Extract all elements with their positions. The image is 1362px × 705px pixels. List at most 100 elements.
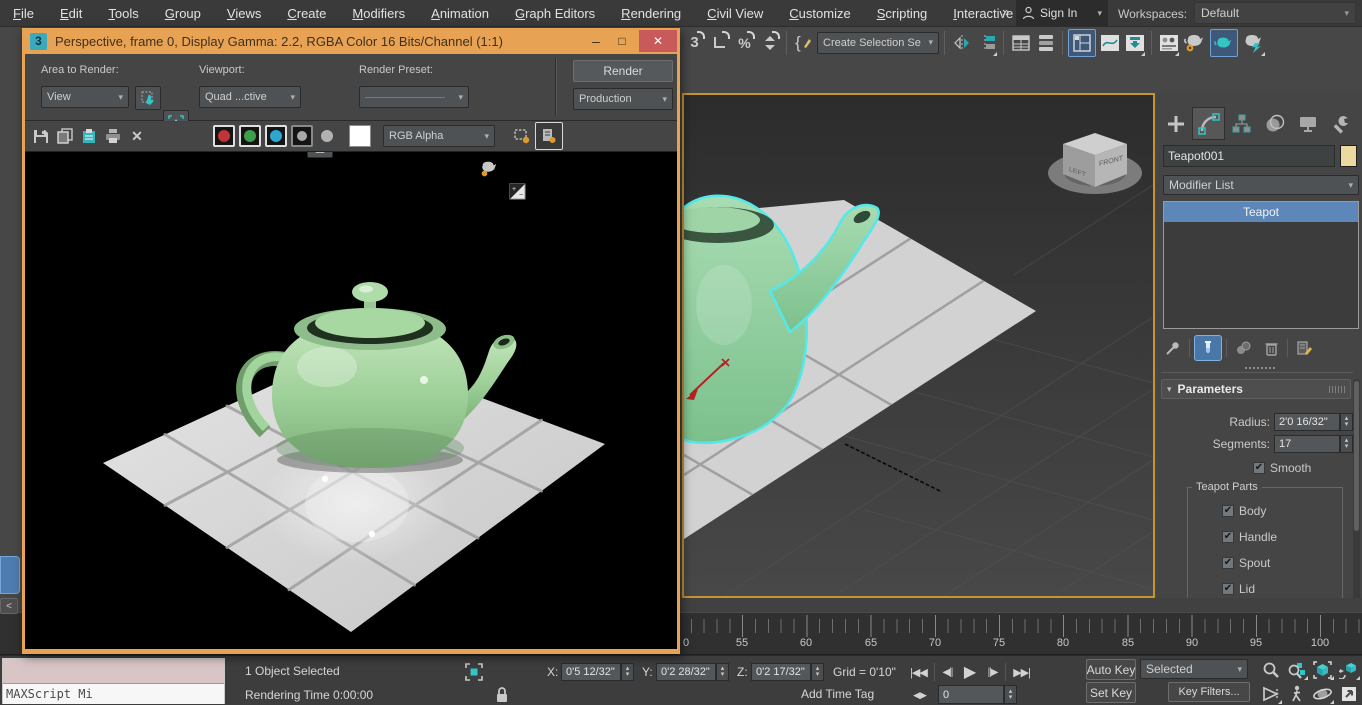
maxscript-pink-row[interactable] — [3, 659, 224, 684]
align-icon[interactable] — [975, 29, 998, 57]
menu-edit[interactable]: Edit — [47, 1, 95, 26]
rfw-close-button[interactable]: ✕ — [639, 30, 677, 52]
percent-snap-icon[interactable]: % — [733, 29, 756, 57]
key-mode-toggle[interactable]: ◀▶ — [908, 686, 932, 704]
tab-create[interactable] — [1159, 107, 1192, 140]
zoom-icon[interactable] — [1258, 658, 1283, 681]
channel-display-dropdown[interactable]: RGB Alpha ▾ — [383, 125, 495, 147]
menu-tools[interactable]: Tools — [95, 1, 151, 26]
monochrome-button[interactable] — [291, 125, 313, 147]
previous-frame-button[interactable]: ◀|| — [937, 667, 958, 678]
clone-image-icon[interactable] — [53, 123, 77, 149]
set-key-button[interactable]: Set Key — [1086, 682, 1136, 703]
spout-checkbox[interactable]: ✔ — [1222, 557, 1234, 569]
object-color-swatch[interactable] — [1340, 145, 1357, 167]
zoom-extents-all-icon[interactable] — [1336, 658, 1361, 681]
render-preset-dropdown[interactable]: ▾ — [359, 86, 469, 108]
rendered-image[interactable] — [25, 152, 677, 649]
lid-checkbox[interactable]: ✔ — [1222, 583, 1234, 595]
zoom-all-icon[interactable] — [1284, 658, 1309, 681]
angle-snap-icon[interactable] — [708, 29, 731, 57]
menu-views[interactable]: Views — [214, 1, 274, 26]
layer-manager-icon[interactable] — [1009, 29, 1032, 57]
render-setup-small-icon[interactable] — [477, 158, 501, 180]
auto-key-button[interactable]: Auto Key — [1086, 659, 1136, 680]
render-mode-dropdown[interactable]: Production ▾ — [573, 88, 673, 110]
render-setup-icon[interactable] — [1182, 29, 1208, 57]
tab-utilities[interactable] — [1324, 107, 1357, 140]
workspaces-dropdown[interactable]: Default ▾ — [1194, 2, 1356, 24]
menu-group[interactable]: Group — [152, 1, 214, 26]
x-spinner[interactable]: ▴ ▾ — [621, 663, 634, 681]
smooth-checkbox[interactable]: ✔ — [1253, 462, 1265, 474]
play-button[interactable]: ▶ — [960, 662, 980, 682]
environment-exposure-icon[interactable]: + − — [505, 180, 529, 202]
tab-hierarchy[interactable] — [1225, 107, 1258, 140]
add-time-tag-label[interactable]: Add Time Tag — [801, 687, 874, 701]
render-production-icon[interactable] — [1240, 29, 1266, 57]
configure-modifier-sets-icon[interactable] — [1292, 336, 1316, 360]
rfw-title-bar[interactable]: 3 Perspective, frame 0, Display Gamma: 2… — [25, 28, 677, 54]
modifier-stack[interactable]: Teapot — [1163, 201, 1359, 329]
schematic-view-icon[interactable] — [1123, 29, 1146, 57]
field-of-view-icon[interactable] — [1258, 682, 1283, 705]
menu-file[interactable]: File — [0, 1, 47, 26]
z-coordinate-field[interactable]: 0'2 17/32" — [751, 663, 811, 681]
segments-field[interactable]: 17 — [1274, 435, 1340, 453]
perspective-viewport[interactable]: LEFT FRONT — [682, 93, 1155, 598]
radius-field[interactable]: 2'0 16/32" — [1274, 413, 1340, 431]
z-spinner[interactable]: ▴ ▾ — [811, 663, 824, 681]
menu-civil-view[interactable]: Civil View — [694, 1, 776, 26]
modifier-list-dropdown[interactable]: Modifier List ▾ — [1163, 175, 1359, 195]
current-frame-field[interactable]: 0 — [938, 685, 1004, 704]
zoom-extents-selected-icon[interactable] — [1310, 658, 1335, 681]
clear-image-icon[interactable]: ✕ — [125, 123, 149, 149]
blue-channel-button[interactable] — [265, 125, 287, 147]
segments-spinner[interactable]: ▴ ▾ — [1340, 435, 1353, 453]
snap-toggle-3d-icon[interactable]: 3 — [683, 29, 706, 57]
frame-spinner[interactable]: ▴ ▾ — [1004, 685, 1017, 704]
menu-create[interactable]: Create — [274, 1, 339, 26]
walk-through-icon[interactable] — [1284, 682, 1309, 705]
scene-explorer-icon[interactable] — [1034, 29, 1057, 57]
tab-motion[interactable] — [1258, 107, 1291, 140]
named-selection-sets-icon[interactable]: { — [792, 29, 815, 57]
selection-set-dropdown[interactable]: Create Selection Se ▾ — [817, 31, 939, 54]
rendered-frame-window-icon[interactable] — [1210, 28, 1238, 57]
modifier-stack-item-teapot[interactable]: Teapot — [1164, 202, 1358, 222]
tab-modify[interactable] — [1192, 107, 1225, 140]
save-image-icon[interactable] — [29, 123, 53, 149]
alpha-channel-button[interactable] — [317, 125, 337, 147]
selection-lock-icon[interactable] — [491, 683, 513, 705]
maximize-viewport-toggle-icon[interactable] — [1336, 682, 1361, 705]
panel-splitter[interactable] — [1157, 365, 1362, 371]
color-correction-icon[interactable] — [509, 123, 535, 149]
menu-animation[interactable]: Animation — [418, 1, 502, 26]
left-dock-highlight-button[interactable] — [0, 556, 20, 594]
rendered-frame-window[interactable]: 3 Perspective, frame 0, Display Gamma: 2… — [22, 28, 680, 654]
next-frame-button[interactable]: ||▶ — [982, 667, 1003, 678]
background-color-swatch[interactable] — [349, 125, 371, 147]
menu-graph-editors[interactable]: Graph Editors — [502, 1, 608, 26]
left-dock-collapse-button[interactable]: < — [0, 598, 18, 614]
print-image-icon[interactable] — [101, 123, 125, 149]
tab-display[interactable] — [1291, 107, 1324, 140]
y-coordinate-field[interactable]: 0'2 28/32" — [656, 663, 716, 681]
copy-to-clipboard-icon[interactable] — [77, 123, 101, 149]
edit-region-icon[interactable] — [135, 86, 161, 110]
parameters-rollout-header[interactable]: ▾ Parameters — [1161, 379, 1351, 399]
menu-customize[interactable]: Customize — [776, 1, 863, 26]
goto-start-button[interactable]: |◀◀ — [905, 666, 932, 679]
object-name-field[interactable]: Teapot001 — [1163, 145, 1335, 167]
green-channel-button[interactable] — [239, 125, 261, 147]
menu-modifiers[interactable]: Modifiers — [339, 1, 418, 26]
srgb-toggle-icon[interactable] — [535, 122, 563, 150]
spinner-snap-icon[interactable] — [758, 29, 781, 57]
render-button[interactable]: Render — [573, 60, 673, 82]
maxscript-white-row[interactable]: MAXScript Mi — [3, 684, 224, 704]
material-editor-icon[interactable] — [1157, 29, 1180, 57]
body-checkbox[interactable]: ✔ — [1222, 505, 1234, 517]
red-channel-button[interactable] — [213, 125, 235, 147]
sign-in-button[interactable]: Sign In ▾ — [1016, 0, 1108, 26]
area-to-render-dropdown[interactable]: View ▾ — [41, 86, 129, 108]
